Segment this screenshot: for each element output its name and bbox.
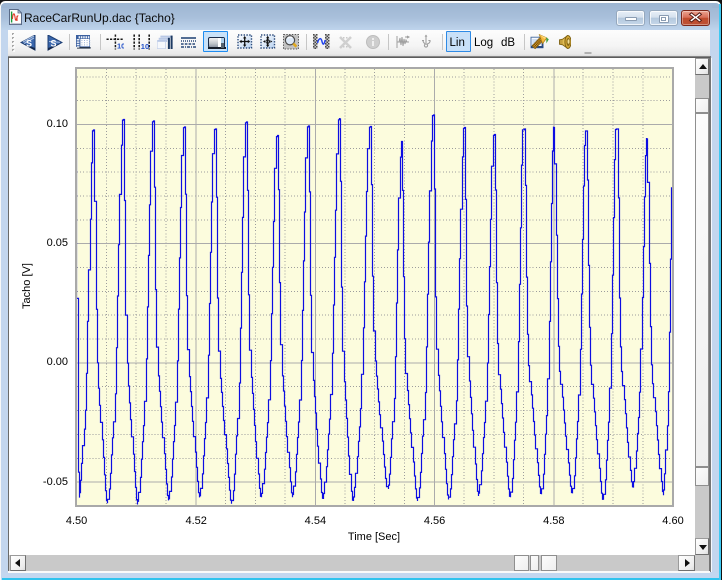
svg-text:S: S — [26, 38, 32, 48]
svg-text:10: 10 — [140, 42, 148, 50]
svg-text:S: S — [50, 38, 56, 48]
svg-text:10: 10 — [117, 42, 124, 51]
